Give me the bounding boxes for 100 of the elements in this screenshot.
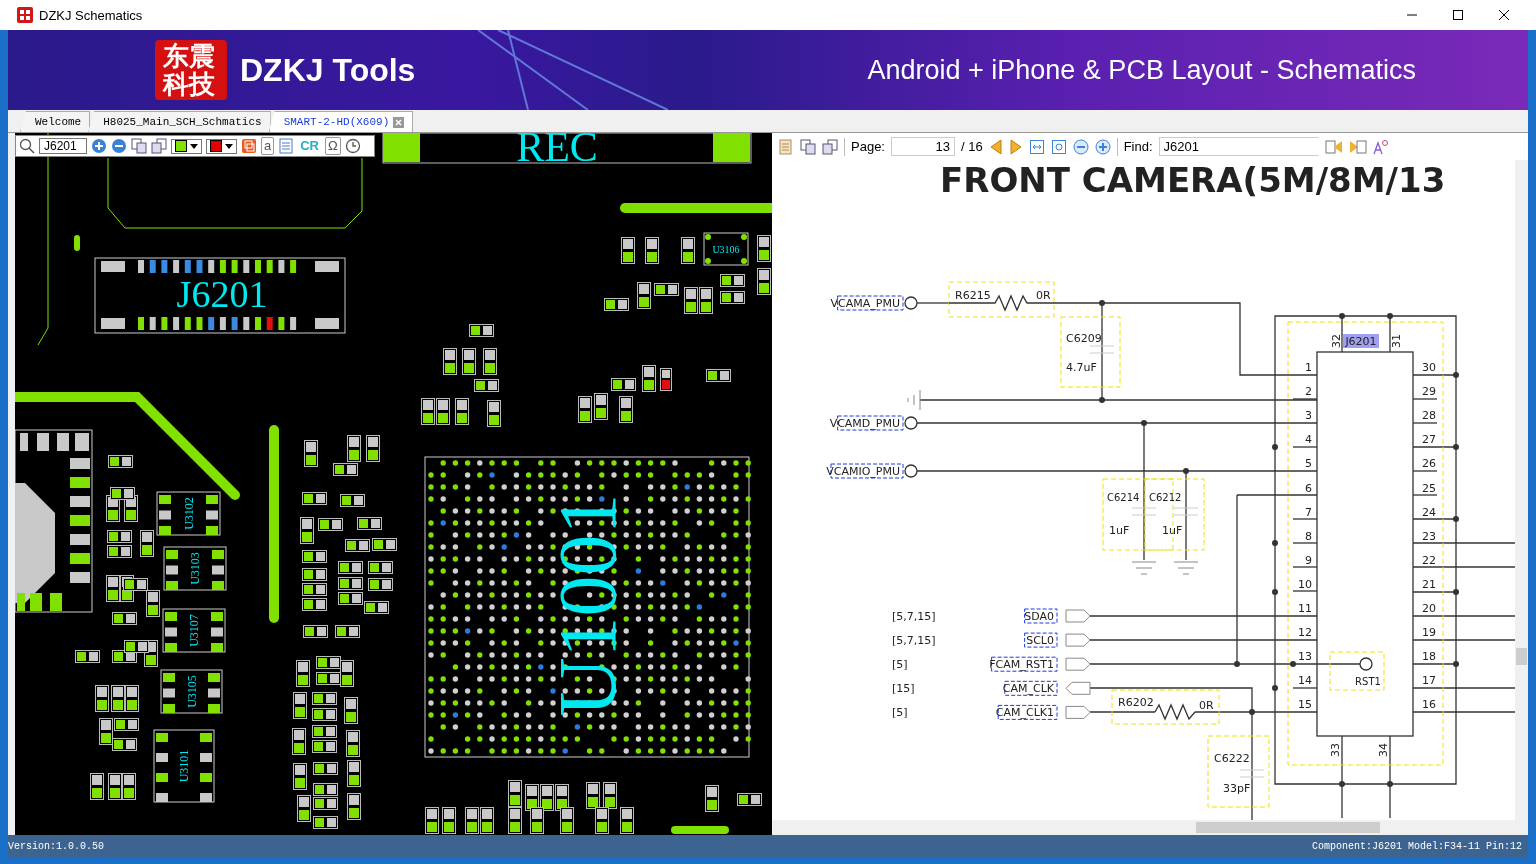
smd-component: [108, 773, 122, 800]
ohm-tool[interactable]: Ω: [325, 137, 341, 155]
find-field[interactable]: J6201: [1158, 137, 1319, 156]
smd-component: [302, 550, 327, 563]
page-reference: [15]: [892, 682, 915, 696]
color-picker[interactable]: [206, 138, 237, 154]
ic-footprint: [163, 546, 227, 591]
pin-number: 13: [1298, 650, 1312, 664]
smd-component: [619, 396, 633, 423]
smd-component: [340, 494, 365, 507]
smd-component: [302, 568, 327, 581]
smd-component: [313, 816, 338, 829]
brand-name: DZKJ Tools: [240, 51, 416, 89]
test-point-label: RST1: [1355, 676, 1381, 687]
pin-number: 33: [1329, 743, 1342, 757]
pin-number: 31: [1390, 334, 1403, 348]
fit-page-icon[interactable]: [1050, 138, 1067, 155]
part-value: 0R: [1036, 289, 1051, 302]
part-reference: R6202: [1118, 696, 1154, 709]
zoom-out-icon[interactable]: [111, 138, 127, 154]
window-title: DZKJ Schematics: [39, 7, 143, 23]
smd-component: [313, 783, 338, 796]
smd-component: [346, 730, 360, 757]
horizontal-scrollbar[interactable]: [772, 820, 1528, 835]
zoom-in-icon[interactable]: [1094, 138, 1111, 155]
pin-number: 30: [1422, 361, 1436, 374]
smd-component: [603, 782, 617, 809]
search-icon[interactable]: [19, 138, 35, 154]
find-next-icon[interactable]: [1348, 138, 1367, 155]
smd-component: [313, 762, 338, 775]
smd-component: [312, 692, 337, 705]
pin-number: 1: [1305, 361, 1312, 374]
net-label: VCAMIO_PMU: [826, 463, 904, 479]
part-value: 1uF: [1109, 524, 1130, 537]
smd-component: [699, 287, 713, 314]
page-field[interactable]: 13: [891, 137, 955, 156]
font-size-icon[interactable]: [1372, 138, 1389, 155]
smd-component: [75, 650, 100, 663]
pin-number: 34: [1377, 743, 1390, 757]
smd-component: [737, 793, 762, 806]
vertical-scrollbar[interactable]: [1515, 160, 1528, 820]
output-port-icon: [1065, 705, 1091, 719]
pin-number: 25: [1422, 481, 1436, 495]
component-label: REC: [516, 133, 598, 170]
copy-icon[interactable]: [800, 138, 816, 155]
pin-number: 29: [1422, 385, 1436, 399]
test-point-symbol: [1329, 651, 1385, 691]
smd-component: [111, 685, 125, 712]
zoom-in-icon[interactable]: [91, 138, 107, 154]
copy-icon[interactable]: [822, 138, 838, 155]
smd-component: [140, 530, 154, 557]
close-icon[interactable]: [1498, 9, 1510, 21]
part-reference: C6222: [1214, 752, 1250, 765]
smd-component: [487, 400, 501, 427]
smd-component: [540, 784, 554, 811]
smd-component: [122, 773, 136, 800]
pin-number: 7: [1305, 505, 1312, 519]
smd-component: [372, 538, 397, 551]
component-label: U3107: [187, 614, 201, 647]
net-label: CAM_CLK1: [995, 704, 1058, 720]
fit-width-icon[interactable]: [1028, 138, 1045, 155]
document-tab[interactable]: Welcome: [20, 111, 91, 132]
timer-icon[interactable]: [344, 138, 361, 154]
banner-tagline: Android + iPhone & PCB Layout - Schematics: [867, 54, 1416, 86]
smd-component: [621, 237, 635, 264]
smd-component: [705, 785, 719, 812]
pin-number: 11: [1298, 602, 1312, 615]
pin-number: 4: [1305, 433, 1312, 447]
layers-icon[interactable]: [241, 138, 257, 154]
search-field[interactable]: J6201: [39, 138, 87, 154]
previous-page-icon[interactable]: [988, 138, 1003, 155]
pin-number: 18: [1422, 650, 1436, 664]
copy-icon[interactable]: [151, 138, 167, 154]
maximize-icon[interactable]: [1452, 9, 1464, 21]
pin-number: 2: [1305, 385, 1312, 399]
document-tab[interactable]: H8025_Main_SCH_Schmatics: [88, 111, 271, 132]
output-port-icon: [1065, 609, 1091, 623]
smd-component: [313, 797, 338, 810]
smd-component: [483, 348, 497, 375]
pin-number: 19: [1422, 626, 1436, 640]
copy-icon[interactable]: [131, 138, 147, 154]
zoom-out-icon[interactable]: [1072, 138, 1089, 155]
document-tab[interactable]: SMART-2-HD(X609): [268, 111, 414, 132]
smd-component: [302, 492, 327, 505]
pin-number: 3: [1305, 409, 1312, 423]
smd-component: [302, 583, 327, 596]
page-count: / 16: [961, 139, 983, 154]
smd-component: [293, 763, 307, 790]
smd-component: [293, 692, 307, 719]
smd-component: [443, 348, 457, 375]
smd-component: [594, 393, 608, 420]
next-page-icon[interactable]: [1008, 138, 1023, 155]
text-tool[interactable]: a: [261, 137, 275, 155]
part-reference: C6214: [1107, 492, 1140, 503]
pin-number: 23: [1422, 529, 1436, 543]
page-reference: [5]: [892, 658, 908, 672]
smd-component: [312, 708, 337, 721]
smd-component: [720, 291, 745, 304]
color-picker[interactable]: [171, 138, 202, 154]
pin-number: 6: [1305, 481, 1312, 495]
